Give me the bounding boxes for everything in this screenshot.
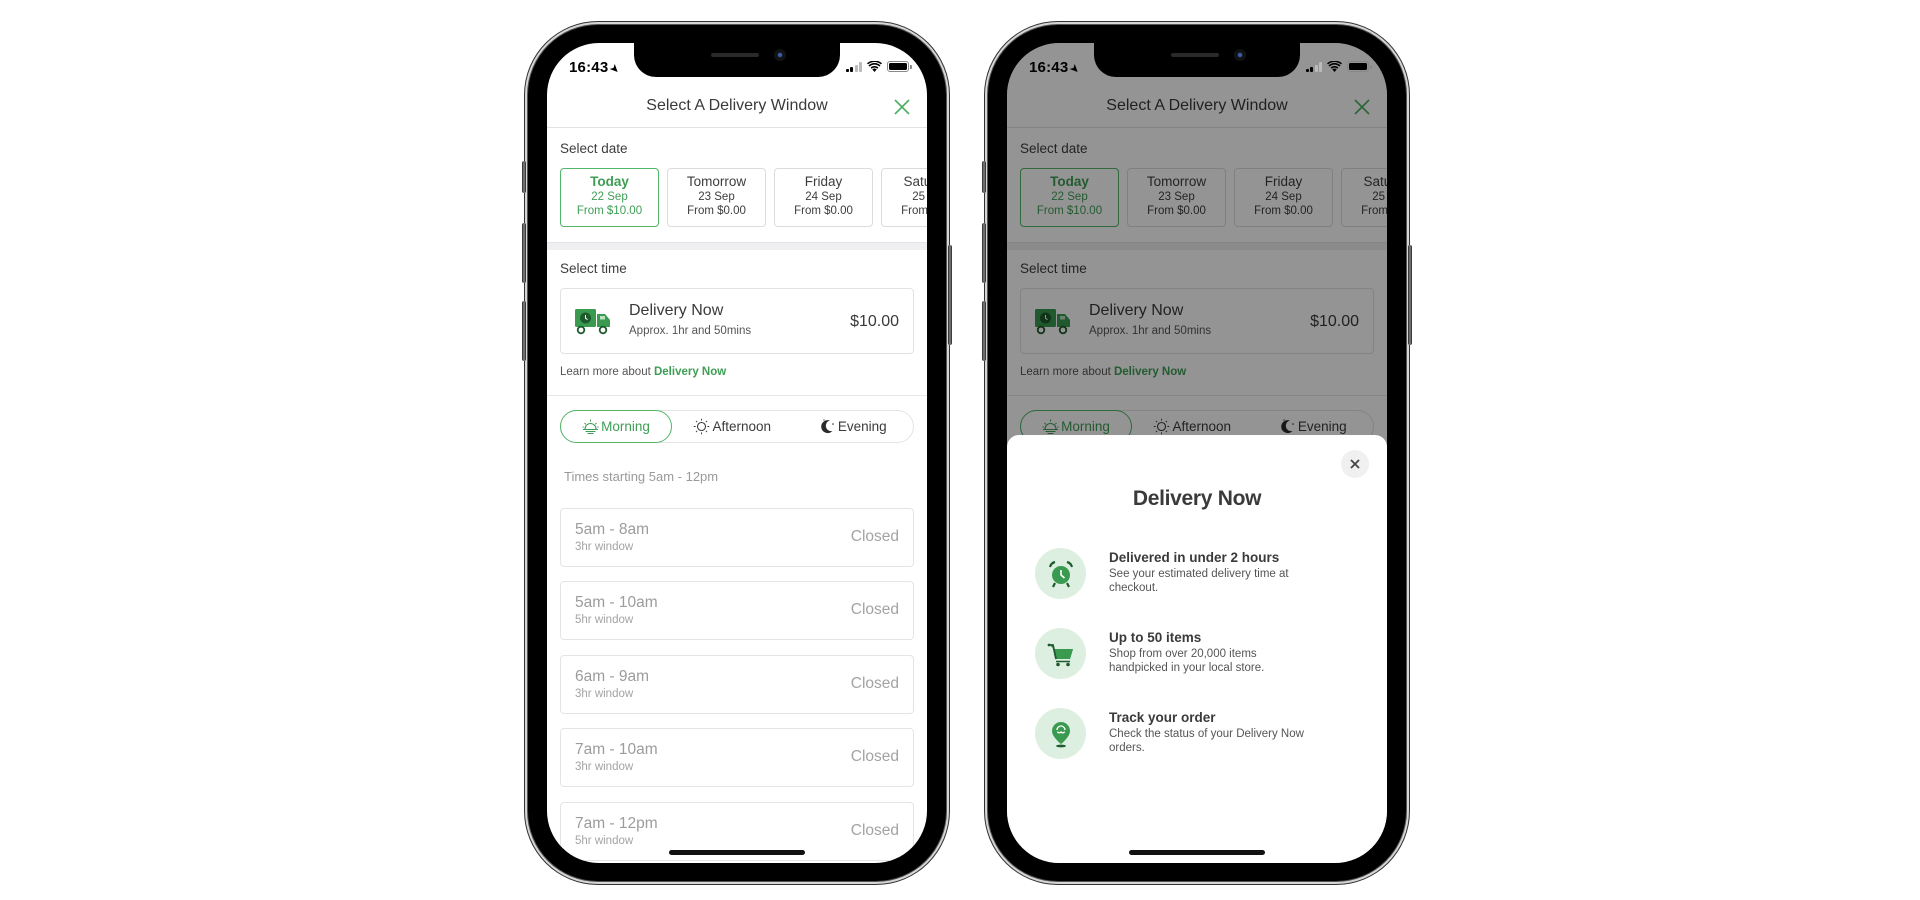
screen: 16:43➤ Select A Delivery Window Select d… xyxy=(547,43,927,863)
volume-down-button xyxy=(982,301,986,361)
slot-status: Closed xyxy=(850,748,899,765)
slot-status: Closed xyxy=(850,822,899,839)
slot-status: Closed xyxy=(850,528,899,545)
date-card-today[interactable]: Today 22 Sep From $10.00 xyxy=(560,168,659,227)
select-time-label: Select time xyxy=(560,261,627,276)
moon-icon xyxy=(821,419,834,434)
delivery-now-price: $10.00 xyxy=(850,313,899,330)
battery-icon xyxy=(1347,61,1372,72)
location-arrow-icon: ➤ xyxy=(607,62,622,77)
volume-down-button xyxy=(522,301,526,361)
feature-item: Track your order Check the status of you… xyxy=(1035,708,1347,764)
modal-title: Delivery Now xyxy=(1132,487,1262,510)
close-icon xyxy=(1350,459,1360,469)
power-button xyxy=(948,245,952,345)
delivery-now-info-sheet: Delivery Now Delivered in under 2 hours … xyxy=(1007,435,1387,863)
screen: 16:43➤ Select A Delivery Window Select d… xyxy=(1007,43,1387,863)
wifi-icon xyxy=(1327,61,1342,72)
status-time: 16:43➤ xyxy=(569,59,622,77)
volume-up-button xyxy=(522,223,526,283)
date-card-tomorrow[interactable]: Tomorrow 23 Sep From $0.00 xyxy=(667,168,766,227)
wifi-icon xyxy=(867,61,882,72)
slot-status: Closed xyxy=(850,601,899,618)
close-icon[interactable] xyxy=(893,98,911,116)
notch xyxy=(634,43,840,77)
phone-left: 16:43➤ Select A Delivery Window Select d… xyxy=(522,25,952,881)
learn-more-link[interactable]: Delivery Now xyxy=(654,366,726,378)
battery-icon xyxy=(887,61,912,72)
select-date-label: Select date xyxy=(560,141,628,156)
time-slot[interactable]: 5am - 10am 5hr window Closed xyxy=(560,581,914,640)
shopping-cart-icon xyxy=(1047,643,1073,666)
map-pin-icon xyxy=(1051,721,1070,747)
silent-switch xyxy=(522,161,526,193)
divider xyxy=(547,395,927,396)
sunrise-icon xyxy=(582,419,599,434)
time-of-day-segmented-control: Morning Afternoon Evening xyxy=(560,410,914,443)
signal-icon xyxy=(845,61,862,72)
time-slot[interactable]: 7am - 10am 3hr window Closed xyxy=(560,728,914,787)
section-separator xyxy=(547,242,927,250)
page-title: Select A Delivery Window xyxy=(646,97,828,114)
notch xyxy=(1094,43,1300,77)
slot-status: Closed xyxy=(850,675,899,692)
signal-icon xyxy=(1305,61,1322,72)
learn-more-text: Learn more about Delivery Now xyxy=(560,366,727,378)
truck-clock-icon xyxy=(575,309,610,335)
time-slot[interactable]: 5am - 8am 3hr window Closed xyxy=(560,508,914,567)
silent-switch xyxy=(982,161,986,193)
tab-evening[interactable]: Evening xyxy=(793,411,914,442)
phone-right: 16:43➤ Select A Delivery Window Select d… xyxy=(982,25,1412,881)
status-icons xyxy=(1305,61,1372,72)
feature-item: Delivered in under 2 hours See your esti… xyxy=(1035,548,1347,604)
tab-morning[interactable]: Morning xyxy=(560,410,672,443)
volume-up-button xyxy=(982,223,986,283)
home-indicator[interactable] xyxy=(669,850,805,855)
status-time: 16:43➤ xyxy=(1029,59,1082,77)
location-arrow-icon: ➤ xyxy=(1067,62,1082,77)
header: Select A Delivery Window xyxy=(547,83,927,128)
tab-afternoon[interactable]: Afternoon xyxy=(672,411,793,442)
delivery-now-title: Delivery Now xyxy=(629,302,724,319)
delivery-now-eta: Approx. 1hr and 50mins xyxy=(629,325,752,337)
power-button xyxy=(1408,245,1412,345)
modal-close-button[interactable] xyxy=(1341,450,1369,478)
delivery-now-option[interactable]: Delivery Now Approx. 1hr and 50mins $10.… xyxy=(560,288,914,354)
date-card-saturday[interactable]: Saturday 25 Sep From $0.00 xyxy=(881,168,927,227)
home-indicator[interactable] xyxy=(1129,850,1265,855)
times-heading: Times starting 5am - 12pm xyxy=(564,469,719,484)
date-card-friday[interactable]: Friday 24 Sep From $0.00 xyxy=(774,168,873,227)
sun-icon xyxy=(694,418,710,435)
time-slot[interactable]: 6am - 9am 3hr window Closed xyxy=(560,655,914,714)
status-icons xyxy=(845,61,912,72)
feature-item: Up to 50 items Shop from over 20,000 ite… xyxy=(1035,628,1347,684)
alarm-clock-icon xyxy=(1048,560,1073,587)
date-selector: Today 22 Sep From $10.00 Tomorrow 23 Sep… xyxy=(560,168,927,227)
